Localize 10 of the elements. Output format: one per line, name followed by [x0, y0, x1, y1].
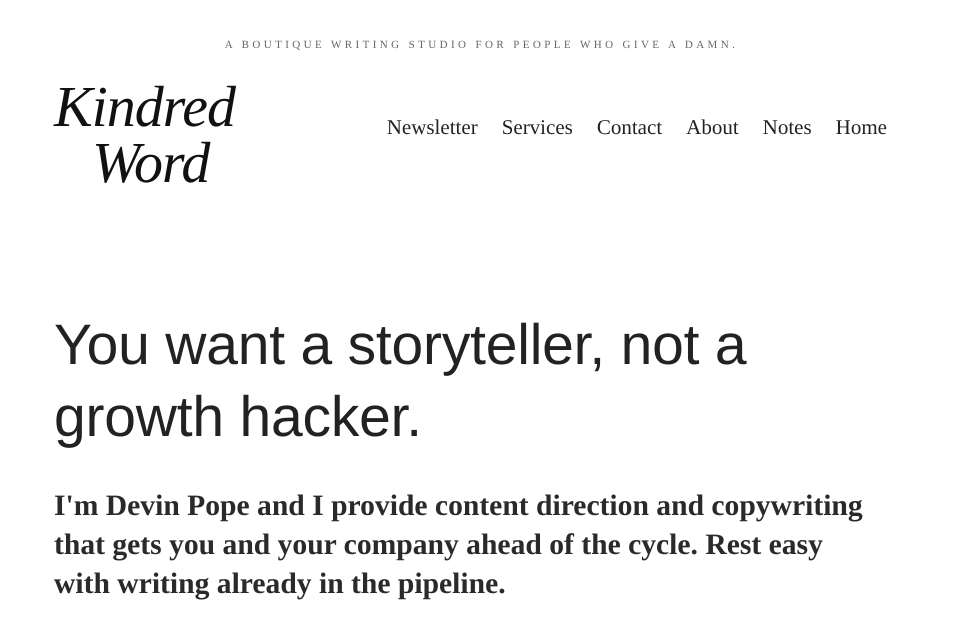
- logo-link[interactable]: Kindred Word: [52, 75, 237, 197]
- nav-link[interactable]: About: [686, 114, 739, 140]
- nav-link[interactable]: Notes: [762, 114, 812, 140]
- intro-paragraph: I'm Devin Pope and I provide content direction and copywriting that gets you and your company ahead of the cycle. Rest easy with writing already in the pipeline.: [54, 489, 864, 602]
- tagline: A BOUTIQUE WRITING STUDIO FOR PEOPLE WHO GIVE A DAMN.: [224, 38, 738, 52]
- headline: You want a storyteller, not a growth hacker.: [54, 312, 748, 451]
- nav-link[interactable]: Home: [836, 114, 887, 140]
- nav-link[interactable]: Contact: [596, 114, 662, 140]
- nav-link[interactable]: Newsletter: [386, 114, 478, 140]
- nav-link[interactable]: Services: [502, 114, 573, 140]
